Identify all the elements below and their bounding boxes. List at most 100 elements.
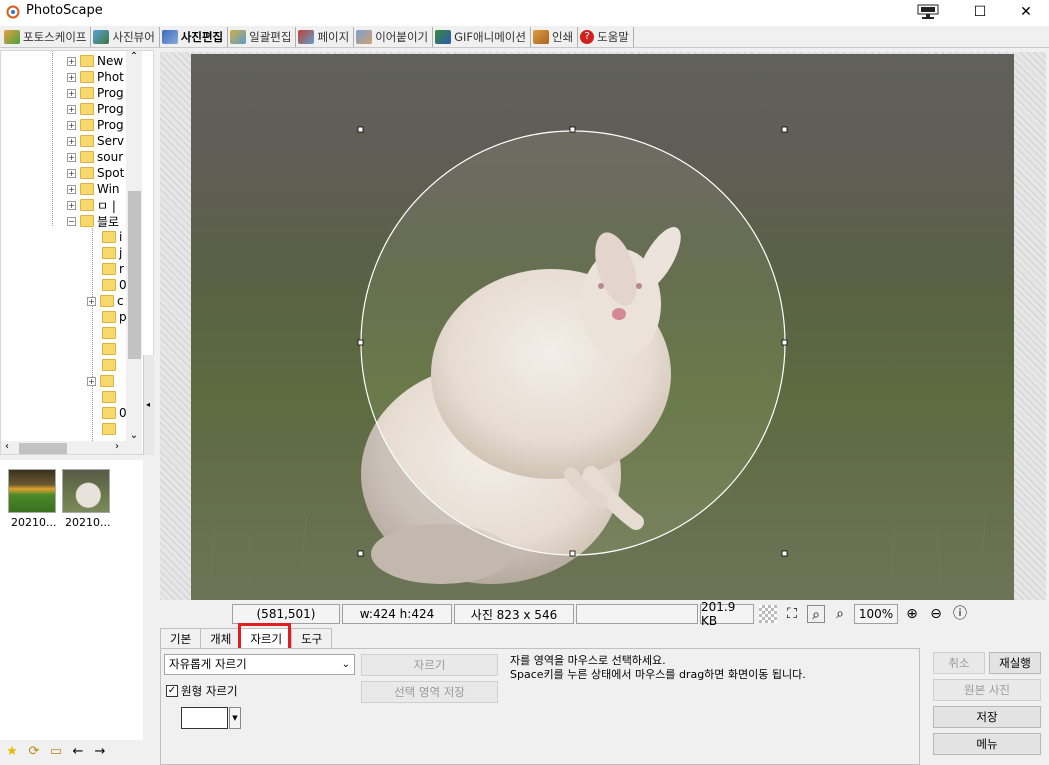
expand-icon[interactable]: + [87,376,96,386]
expand-icon[interactable]: + [67,152,76,162]
tree-subitem[interactable] [102,357,119,373]
original-photo-button[interactable]: 원본 사진 [933,679,1041,701]
save-selection-button[interactable]: 선택 영역 저장 [361,681,498,703]
expand-icon[interactable]: + [67,200,76,210]
expand-icon[interactable]: + [67,120,76,130]
crop-handle-w[interactable] [357,339,364,346]
expand-icon[interactable]: + [67,136,76,146]
tab-editor[interactable]: 사진편집 [160,26,229,47]
tab-combine[interactable]: 이어붙이기 [354,26,434,47]
expand-icon[interactable]: + [67,104,76,114]
tab-batch[interactable]: 일괄편집 [228,26,297,47]
crop-handle-nw[interactable] [357,126,364,133]
crop-button[interactable]: 자르기 [361,654,498,676]
folder-tree[interactable]: + New + Phot + Prog + Prog + Prog + Serv + sour… [0,50,154,455]
fit-to-screen-icon[interactable]: ⛶ [783,605,801,623]
expand-icon[interactable]: + [87,296,96,306]
tree-subitem[interactable]: + [87,373,117,389]
tree-vertical-scroll-thumb[interactable] [128,191,141,359]
folder-icon [80,87,94,99]
crop-handle-s[interactable] [569,550,576,557]
scroll-right-icon[interactable]: › [115,441,119,452]
expand-icon[interactable]: + [67,88,76,98]
tab-photoscape[interactable]: 포토스케이프 [2,26,92,47]
thumbnail-image[interactable] [8,469,56,513]
tab-viewer[interactable]: 사진뷰어 [91,26,160,47]
forward-arrow-icon[interactable]: → [92,744,108,760]
color-picker-swatch[interactable] [181,707,228,729]
tab-basic[interactable]: 기본 [160,628,202,648]
close-button[interactable]: ✕ [1003,0,1049,26]
tree-item[interactable]: + Win [67,181,120,197]
scroll-up-icon[interactable]: ⌃ [126,51,142,63]
folder-icon [80,215,94,227]
tree-subitem[interactable]: p [102,309,127,325]
menu-button[interactable]: 메뉴 [933,733,1041,755]
thumbnail-image[interactable] [62,469,110,513]
crop-handle-e[interactable] [781,339,788,346]
scroll-down-icon[interactable]: ⌄ [126,430,142,441]
tab-page[interactable]: 페이지 [296,26,355,47]
maximize-button[interactable]: ☐ [957,0,1003,26]
expand-icon[interactable]: + [67,168,76,178]
tree-item[interactable]: + ㅁ | [67,197,116,213]
tree-item[interactable]: + New [67,53,123,69]
tree-subitem[interactable] [102,341,119,357]
scroll-left-icon[interactable]: ‹ [5,441,9,452]
tree-item[interactable]: + Serv [67,133,124,149]
tree-subitem[interactable]: 0 [102,277,127,293]
photo-image[interactable] [191,54,1014,600]
refresh-icon[interactable]: ⟳ [26,744,42,760]
help-line: 자를 영역을 마우스로 선택하세요. [510,654,666,667]
tree-item[interactable]: + Prog [67,85,124,101]
tree-subitem[interactable] [102,421,119,437]
tree-item[interactable]: − 블로 [67,213,119,229]
tree-subitem[interactable]: r [102,261,124,277]
restore-window-icon[interactable] [905,0,951,26]
zoom-out-icon[interactable]: ⊖ [927,605,945,623]
tree-subitem[interactable] [102,325,119,341]
crop-mode-select[interactable]: 자유롭게 자르기 ⌄ [164,654,355,675]
tab-print[interactable]: 인쇄 [531,26,579,47]
zoom-actual-icon[interactable]: ⌕ [831,605,849,623]
open-folder-icon[interactable]: ▭ [48,744,64,760]
back-arrow-icon[interactable]: ← [70,744,86,760]
tree-horizontal-scroll-thumb[interactable] [19,443,67,454]
crop-handle-sw[interactable] [357,550,364,557]
zoom-fit-icon[interactable]: ⌕ [807,605,825,623]
redo-button[interactable]: 재실행 [989,652,1041,674]
save-button[interactable]: 저장 [933,706,1041,728]
status-empty-cell [576,604,698,624]
tree-subitem[interactable]: + c [87,293,124,309]
favorite-star-icon[interactable]: ★ [4,744,20,760]
expand-icon[interactable]: + [67,184,76,194]
info-icon[interactable]: ⓘ [951,605,969,623]
panel-splitter[interactable]: ◂ [143,355,154,455]
undo-button[interactable]: 취소 [933,652,985,674]
collapse-panel-icon[interactable]: ◂ [146,400,150,409]
tab-object[interactable]: 개체 [200,628,242,648]
tree-item[interactable]: + Prog [67,117,124,133]
tree-subitem[interactable] [102,389,119,405]
crop-handle-n[interactable] [569,126,576,133]
tree-subitem[interactable]: j [102,245,122,261]
crop-handle-ne[interactable] [781,126,788,133]
expand-icon[interactable]: + [67,72,76,82]
folder-icon [102,391,116,403]
expand-icon[interactable]: + [67,56,76,66]
tree-item[interactable]: + Prog [67,101,124,117]
color-dropdown-icon[interactable]: ▼ [229,707,241,729]
collapse-icon[interactable]: − [67,216,76,226]
tree-item[interactable]: + sour [67,149,123,165]
tab-gif[interactable]: GIF애니메이션 [433,26,531,47]
tree-item[interactable]: + Spot [67,165,124,181]
crop-handle-se[interactable] [781,550,788,557]
transparency-checker-icon[interactable] [759,605,777,623]
tree-item[interactable]: + Phot [67,69,124,85]
tree-subitem[interactable]: 0 [102,405,127,421]
tab-help[interactable]: ? 도움말 [578,26,634,47]
tab-tools[interactable]: 도구 [291,628,333,648]
zoom-in-icon[interactable]: ⊕ [903,605,921,623]
tree-subitem[interactable]: i [102,229,122,245]
circle-crop-checkbox[interactable]: ✓ [166,685,178,697]
